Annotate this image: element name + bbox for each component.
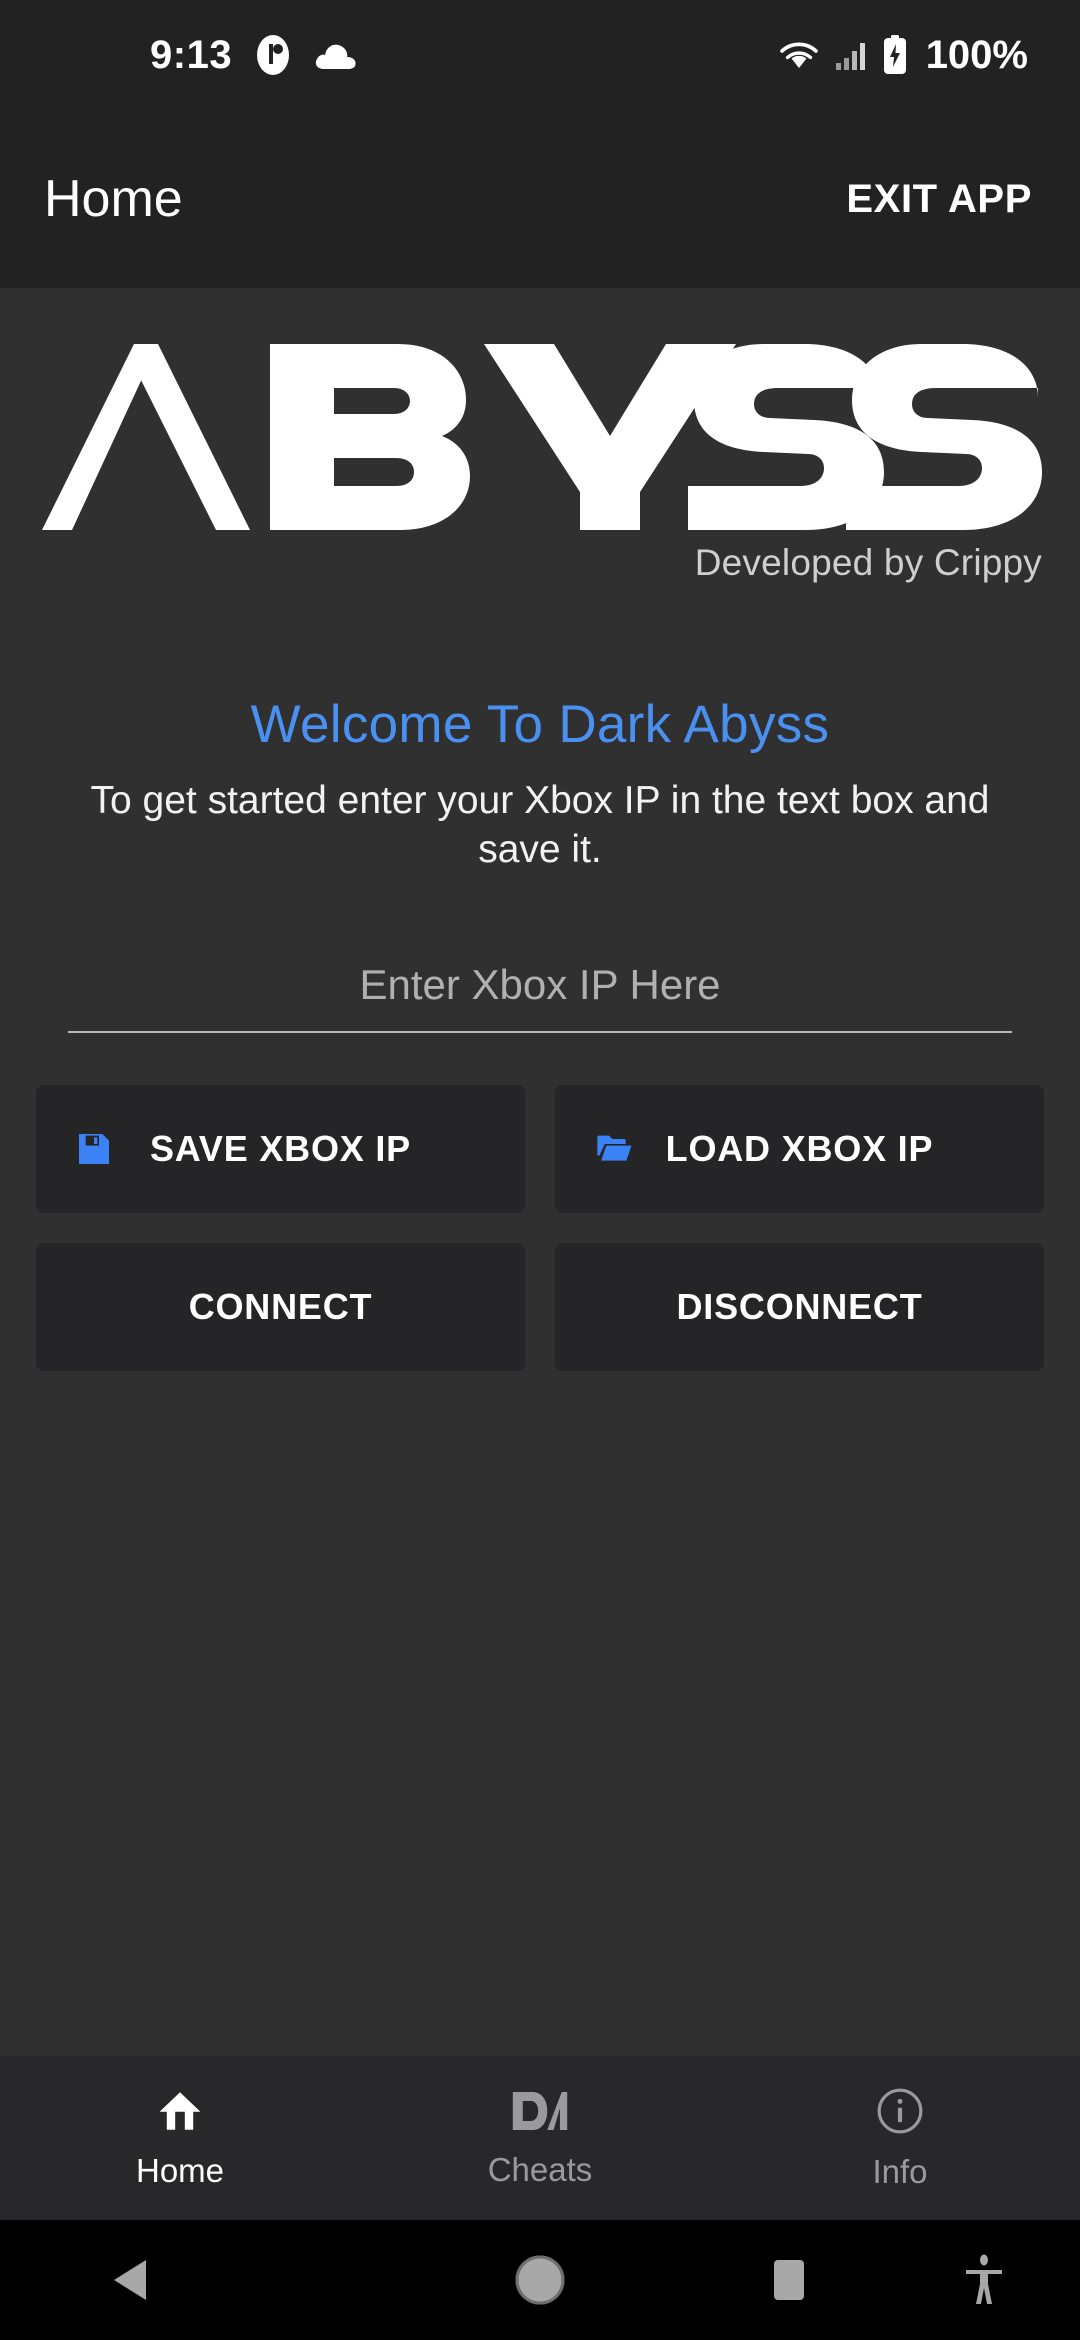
- floppy-disk-save-icon: [74, 1129, 114, 1169]
- open-folder-icon: [593, 1129, 635, 1169]
- connect-label: CONNECT: [188, 1285, 373, 1327]
- welcome-heading: Welcome To Dark Abyss: [250, 695, 830, 754]
- home-icon: [154, 2087, 206, 2140]
- recents-square-icon[interactable]: [768, 2257, 810, 2303]
- bottom-navigation: Home Cheats Info: [0, 2056, 1080, 2220]
- android-navigation-bar: [0, 2220, 1080, 2340]
- xbox-ip-input[interactable]: [68, 960, 1012, 1033]
- load-xbox-ip-label: LOAD XBOX IP: [665, 1127, 934, 1169]
- battery-charging-icon: [882, 35, 908, 75]
- ip-input-row: [68, 960, 1012, 1033]
- save-xbox-ip-label: SAVE XBOX IP: [149, 1127, 411, 1169]
- back-icon[interactable]: [108, 2256, 152, 2304]
- tab-cheats-label: Cheats: [487, 2150, 593, 2188]
- battery-percent-label: 100%: [925, 32, 1028, 77]
- dark-abyss-monogram-icon: [511, 2088, 569, 2139]
- action-button-grid: SAVE XBOX IP LOAD XBOX IP CONNECT DISCON…: [36, 1084, 1044, 1371]
- main-content: Developed by Crippy Welcome To Dark Abys…: [0, 288, 1080, 2056]
- page-title: Home: [44, 170, 183, 228]
- tab-home-label: Home: [135, 2151, 225, 2189]
- notification-badge-icon: [256, 34, 290, 76]
- instructions-text: To get started enter your Xbox IP in the…: [90, 779, 990, 871]
- developer-credit: Developed by Crippy: [694, 542, 1042, 583]
- accessibility-icon[interactable]: [962, 2254, 1006, 2306]
- abyss-wordmark-icon: [42, 344, 1042, 530]
- app-bar: Home EXIT APP: [0, 110, 1080, 288]
- wifi-icon: [778, 39, 820, 71]
- phone-screen: 9:13 100% Home EXIT APP Developed by Cri…: [0, 0, 1080, 2340]
- tab-cheats[interactable]: Cheats: [360, 2056, 720, 2220]
- status-bar-right: 100%: [778, 33, 1028, 78]
- info-circle-icon: [875, 2086, 925, 2141]
- disconnect-button[interactable]: DISCONNECT: [555, 1242, 1044, 1371]
- connect-button[interactable]: CONNECT: [36, 1242, 525, 1371]
- load-xbox-ip-button[interactable]: LOAD XBOX IP: [555, 1084, 1044, 1213]
- status-bar-left: 9:13: [150, 33, 358, 78]
- disconnect-label: DISCONNECT: [676, 1285, 923, 1327]
- tab-home[interactable]: Home: [0, 2056, 360, 2220]
- tab-info-label: Info: [872, 2152, 928, 2190]
- tab-info[interactable]: Info: [720, 2056, 1080, 2220]
- home-circle-icon[interactable]: [514, 2254, 566, 2306]
- save-xbox-ip-button[interactable]: SAVE XBOX IP: [36, 1084, 525, 1213]
- cloud-icon: [314, 39, 358, 71]
- brand-logo: [0, 288, 1080, 530]
- exit-app-button[interactable]: EXIT APP: [834, 163, 1044, 236]
- status-bar: 9:13 100%: [0, 0, 1080, 110]
- status-clock: 9:13: [150, 32, 233, 77]
- cellular-signal-icon: [834, 39, 868, 71]
